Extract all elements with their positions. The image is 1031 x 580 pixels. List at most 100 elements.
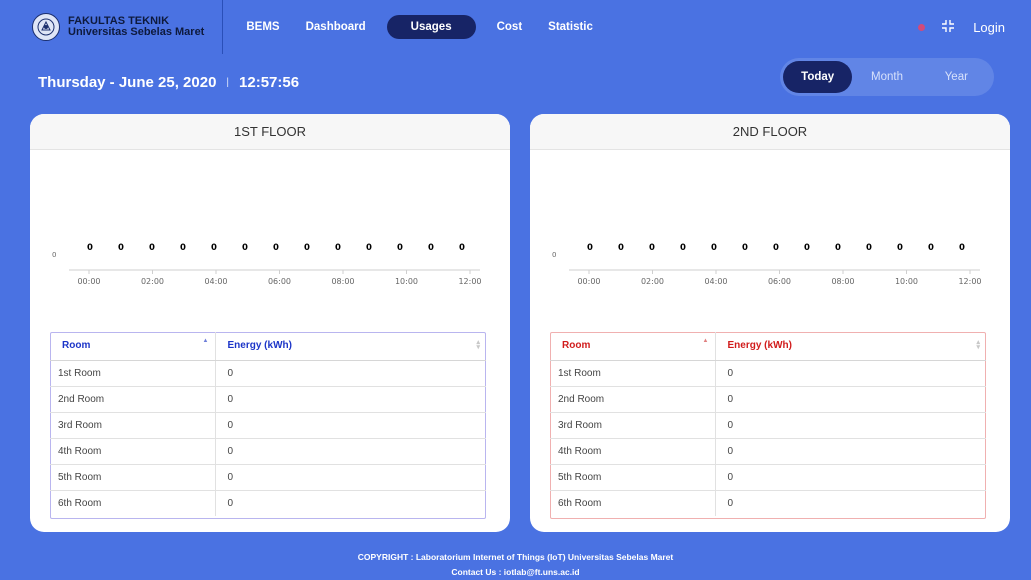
x-tick-label: 02:00 <box>141 277 164 286</box>
energy-cell: 0 <box>727 497 734 509</box>
data-label: 0 <box>959 243 965 253</box>
data-label: 0 <box>242 243 248 253</box>
data-label: 0 <box>304 243 310 253</box>
table-row: 5th Room 0 <box>50 464 486 491</box>
floor-1-card: 1ST FLOOR 0 0 0 0 0 0 0 0 0 0 0 0 0 0 00:00 02:00 04:00 0… <box>30 114 510 532</box>
room-cell: 4th Room <box>550 438 716 465</box>
date-separator: | <box>226 77 230 88</box>
table-row: 2nd Room 0 <box>50 386 486 413</box>
footer-contact[interactable]: Contact Us : iotlab@ft.uns.ac.id <box>0 565 1031 580</box>
data-label: 0 <box>680 243 686 253</box>
sort-both-icon: ▴ ▾ <box>976 339 980 351</box>
period-year-button[interactable]: Year <box>922 61 991 93</box>
nav-statistic[interactable]: Statistic <box>535 15 606 39</box>
table-row: 2nd Room 0 <box>550 386 986 413</box>
data-label: 0 <box>649 243 655 253</box>
table-row: 6th Room 0 <box>50 490 486 516</box>
data-label: 0 <box>366 243 372 253</box>
footer: COPYRIGHT : Laboratorium Internet of Thi… <box>0 540 1031 580</box>
nav-bems[interactable]: BEMS <box>233 15 292 39</box>
floor-2-title: 2ND FLOOR <box>530 114 1010 150</box>
floor-1-chart: 0 0 0 0 0 0 0 0 0 0 0 0 0 0 00:00 02:00 04:00 06:00 08:00 1… <box>52 243 482 286</box>
room-cell: 3rd Room <box>50 412 216 439</box>
data-label: 0 <box>587 243 593 253</box>
data-label: 0 <box>273 243 279 253</box>
x-tick-label: 02:00 <box>641 277 664 286</box>
sort-ascending-icon: ▲ <box>202 338 209 344</box>
table-header-row: Room ▲ Energy (kWh) ▴ ▾ <box>50 332 486 361</box>
x-tick-label: 10:00 <box>395 277 418 286</box>
navbar: FAKULTAS TEKNIK Universitas Sebelas Mare… <box>0 0 1031 54</box>
x-tick-label: 10:00 <box>895 277 918 286</box>
x-tick-label: 08:00 <box>331 277 354 286</box>
y-tick-label: 0 <box>552 251 556 259</box>
data-label: 0 <box>618 243 624 253</box>
floor-2-card: 2ND FLOOR 0 0 0 0 0 0 0 0 0 0 0 0 0 0 00:00 02:00 04:00 0… <box>530 114 1010 532</box>
x-tick-label: 04:00 <box>704 277 727 286</box>
data-label: 0 <box>804 243 810 253</box>
x-tick-label: 00:00 <box>577 277 600 286</box>
room-cell: 6th Room <box>550 490 716 516</box>
energy-cell: 0 <box>715 438 986 465</box>
energy-column-header[interactable]: Energy (kWh) ▴ ▾ <box>715 332 986 361</box>
clock-text: 12:57:56 <box>239 74 300 91</box>
login-link[interactable]: Login <box>973 20 1005 35</box>
x-tick-label: 06:00 <box>268 277 291 286</box>
data-label: 0 <box>87 243 93 253</box>
room-cell: 3rd Room <box>550 412 716 439</box>
brand[interactable]: FAKULTAS TEKNIK Universitas Sebelas Mare… <box>32 0 224 54</box>
room-column-header[interactable]: Room ▲ <box>50 332 216 361</box>
table-header-row: Room ▲ Energy (kWh) ▴ ▾ <box>550 332 986 361</box>
room-cell: 5th Room <box>550 464 716 491</box>
room-column-header[interactable]: Room ▲ <box>550 332 716 361</box>
energy-header-label: Energy (kWh) <box>227 340 292 352</box>
energy-header-label: Energy (kWh) <box>727 340 792 352</box>
energy-cell: 0 <box>215 412 486 439</box>
floor-1-table: Room ▲ Energy (kWh) ▴ ▾ 1st Room 0 2nd Roo… <box>50 332 486 516</box>
room-header-label: Room <box>62 340 91 352</box>
data-label: 0 <box>897 243 903 253</box>
x-tick-label: 12:00 <box>458 277 481 286</box>
energy-cell: 0 <box>227 497 234 509</box>
energy-cell: 0 <box>715 386 986 413</box>
table-row: 4th Room 0 <box>550 438 986 465</box>
floor-2-table: Room ▲ Energy (kWh) ▴ ▾ 1st Room 0 2nd Roo… <box>550 332 986 516</box>
compress-icon[interactable] <box>941 19 955 36</box>
room-cell: 1st Room <box>50 360 216 387</box>
table-row: 3rd Room 0 <box>50 412 486 439</box>
data-label: 0 <box>866 243 872 253</box>
table-row: 3rd Room 0 <box>550 412 986 439</box>
data-label: 0 <box>180 243 186 253</box>
x-tick-label: 06:00 <box>768 277 791 286</box>
room-cell: 5th Room <box>50 464 216 491</box>
date-text: Thursday - June 25, 2020 <box>38 74 217 91</box>
room-cell: 4th Room <box>50 438 216 465</box>
energy-cell: 0 <box>215 386 486 413</box>
energy-cell: 0 <box>715 360 986 387</box>
nav-cost[interactable]: Cost <box>484 15 536 39</box>
data-label: 0 <box>149 243 155 253</box>
floor-1-title: 1ST FLOOR <box>30 114 510 150</box>
data-label: 0 <box>459 243 465 253</box>
room-cell: 2nd Room <box>550 386 716 413</box>
status-indicator <box>918 23 926 31</box>
energy-cell: 0 <box>215 438 486 465</box>
data-label: 0 <box>835 243 841 253</box>
nav-dashboard[interactable]: Dashboard <box>293 15 379 39</box>
x-tick-label: 12:00 <box>958 277 981 286</box>
y-tick-label: 0 <box>52 251 56 259</box>
footer-copyright: COPYRIGHT : Laboratorium Internet of Thi… <box>357 552 674 562</box>
energy-cell: 0 <box>715 464 986 491</box>
period-month-button[interactable]: Month <box>852 61 921 93</box>
room-header-label: Room <box>562 340 591 352</box>
data-label: 0 <box>397 243 403 253</box>
brand-line-2: Universitas Sebelas Maret <box>68 26 205 38</box>
period-today-button[interactable]: Today <box>783 61 853 93</box>
energy-column-header[interactable]: Energy (kWh) ▴ ▾ <box>215 332 486 361</box>
sort-both-icon: ▴ ▾ <box>476 339 480 351</box>
data-label: 0 <box>211 243 217 253</box>
sort-ascending-icon: ▲ <box>702 338 709 344</box>
data-label: 0 <box>742 243 748 253</box>
nav-usages[interactable]: Usages <box>386 15 476 39</box>
table-row: 6th Room 0 <box>550 490 986 516</box>
